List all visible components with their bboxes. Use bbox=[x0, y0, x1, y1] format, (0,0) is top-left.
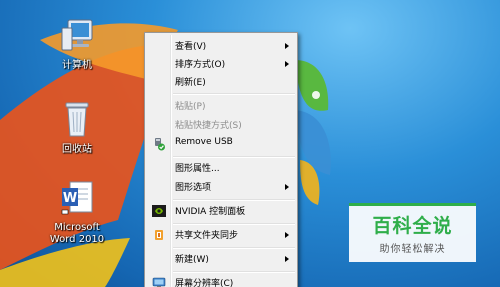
desktop-icon-label: 计算机 bbox=[62, 60, 92, 71]
menu-item-label: 刷新(E) bbox=[175, 78, 206, 88]
word-icon: W bbox=[61, 181, 93, 215]
svg-text:W: W bbox=[63, 191, 77, 206]
menu-item-sort-by[interactable]: 排序方式(O) bbox=[147, 54, 295, 74]
menu-item-graphics-options[interactable]: 图形选项 bbox=[147, 177, 295, 197]
menu-item-label: 图形选项 bbox=[175, 183, 212, 193]
desktop[interactable]: 计算机 回收站 W Microsoft Word 2010 查看(V) 排序方式… bbox=[0, 0, 500, 287]
watermark-banner: 百科全说 助你轻松解决 bbox=[349, 203, 476, 262]
submenu-arrow-icon bbox=[285, 232, 289, 238]
nvidia-icon bbox=[152, 205, 166, 217]
submenu-arrow-icon bbox=[285, 43, 289, 49]
menu-item-shared-folder-sync[interactable]: 共享文件夹同步 bbox=[147, 225, 295, 245]
menu-item-label: 查看(V) bbox=[175, 42, 207, 52]
menu-item-refresh[interactable]: 刷新(E) bbox=[147, 72, 295, 92]
desktop-icon-recycle-bin[interactable]: 回收站 bbox=[42, 100, 112, 156]
folder-sync-icon bbox=[155, 230, 163, 240]
display-icon bbox=[152, 277, 166, 287]
desktop-icon-label: 回收站 bbox=[62, 144, 92, 155]
recycle-bin-icon bbox=[65, 102, 89, 137]
submenu-arrow-icon bbox=[285, 256, 289, 262]
menu-item-view[interactable]: 查看(V) bbox=[147, 36, 295, 56]
menu-item-screen-resolution[interactable]: 屏幕分辨率(C) bbox=[147, 273, 295, 287]
menu-item-label: 新建(W) bbox=[175, 255, 209, 265]
menu-item-nvidia-control-panel[interactable]: NVIDIA 控制面板 bbox=[147, 201, 295, 221]
desktop-context-menu: 查看(V) 排序方式(O) 刷新(E) 粘贴(P) 粘贴快捷方式(S) Remo… bbox=[144, 32, 298, 287]
menu-item-label: 粘贴快捷方式(S) bbox=[175, 121, 242, 131]
menu-item-label: NVIDIA 控制面板 bbox=[175, 207, 246, 217]
submenu-arrow-icon bbox=[285, 61, 289, 67]
menu-item-label: Remove USB bbox=[175, 137, 233, 147]
menu-separator bbox=[173, 93, 295, 95]
menu-item-label: 共享文件夹同步 bbox=[175, 231, 239, 241]
menu-item-graphics-properties[interactable]: 图形属性... bbox=[147, 158, 295, 178]
menu-item-label: 粘贴(P) bbox=[175, 102, 206, 112]
desktop-icon-label: Microsoft Word 2010 bbox=[49, 222, 105, 245]
usb-remove-icon bbox=[155, 138, 165, 151]
menu-item-label: 排序方式(O) bbox=[175, 60, 226, 70]
menu-item-label: 屏幕分辨率(C) bbox=[175, 279, 234, 287]
desktop-icon-word[interactable]: W Microsoft Word 2010 bbox=[42, 180, 112, 246]
watermark-tagline: 助你轻松解决 bbox=[379, 244, 446, 255]
menu-item-paste-shortcut[interactable]: 粘贴快捷方式(S) bbox=[147, 115, 295, 135]
menu-item-label: 图形属性... bbox=[175, 164, 220, 174]
menu-item-paste[interactable]: 粘贴(P) bbox=[147, 96, 295, 116]
watermark-brand: 百科全说 bbox=[372, 215, 453, 237]
computer-icon bbox=[61, 19, 93, 51]
menu-item-remove-usb[interactable]: Remove USB bbox=[147, 134, 295, 154]
desktop-icon-computer[interactable]: 计算机 bbox=[42, 18, 112, 72]
submenu-arrow-icon bbox=[285, 184, 289, 190]
menu-item-new[interactable]: 新建(W) bbox=[147, 249, 295, 269]
